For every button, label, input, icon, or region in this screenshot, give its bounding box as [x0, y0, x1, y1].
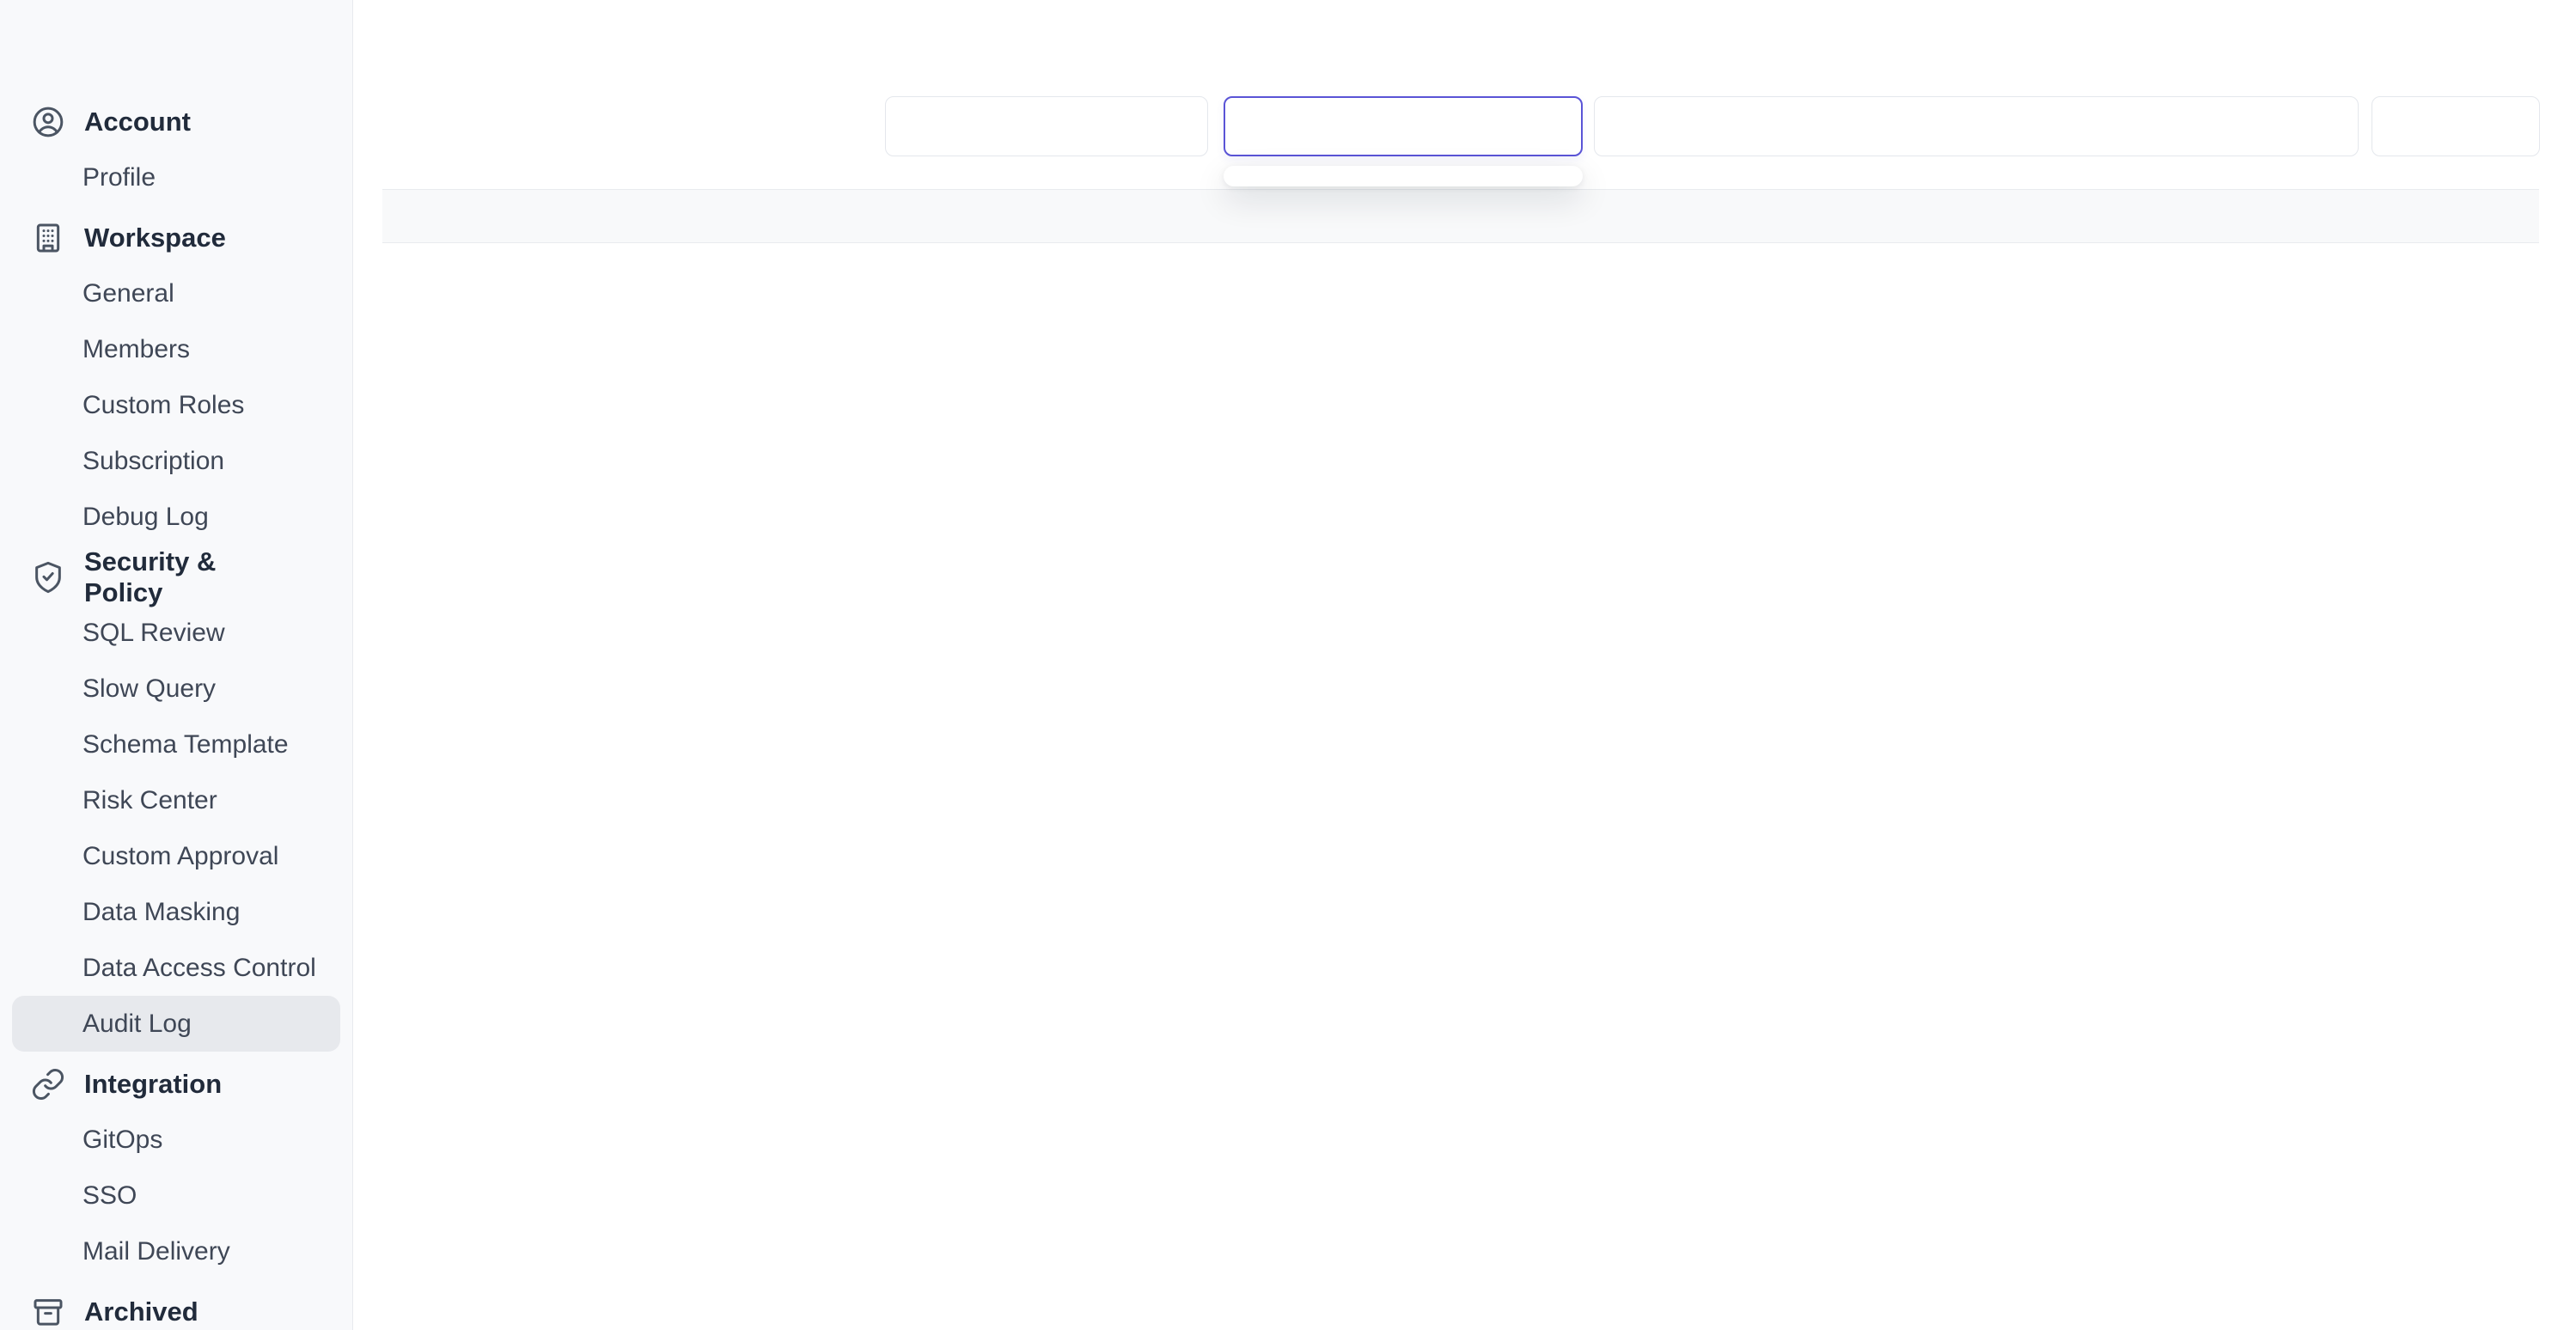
sidebar-item[interactable]: Security & Policy — [12, 549, 340, 605]
sidebar-item[interactable]: Members — [12, 321, 340, 377]
sidebar-item[interactable]: Archived — [12, 1284, 340, 1330]
date-range-picker[interactable] — [1594, 96, 2359, 156]
sidebar-nav: Account Profile Workspace Gen — [0, 79, 352, 1330]
sidebar-item-label: General — [82, 279, 174, 308]
archive-icon — [31, 1295, 65, 1329]
sidebar-item-label: Custom Roles — [82, 391, 244, 420]
sidebar-item-label: Integration — [84, 1069, 222, 1100]
sidebar-item-label: Schema Template — [82, 730, 289, 760]
chevron-down-icon — [1163, 113, 1190, 140]
sidebar-item-label: Subscription — [82, 447, 224, 476]
sidebar-item-label: SSO — [82, 1181, 137, 1211]
sidebar-item-label: GitOps — [82, 1126, 162, 1155]
sidebar-item[interactable]: Mail Delivery — [12, 1223, 340, 1279]
table-header — [382, 189, 2539, 243]
sidebar-item[interactable]: Custom Approval — [12, 828, 340, 884]
sidebar-item-label: Risk Center — [82, 786, 217, 815]
sidebar-item[interactable]: SSO — [12, 1168, 340, 1223]
audit-log-table — [382, 189, 2539, 243]
sidebar-item[interactable]: Workspace — [12, 210, 340, 265]
sidebar-item[interactable]: Audit Log — [12, 996, 340, 1052]
bytebase-logo-icon — [19, 18, 76, 75]
calendar-icon — [2303, 110, 2335, 143]
actor-filter-dropdown[interactable] — [885, 96, 1208, 156]
sidebar-item[interactable]: SQL Review — [12, 605, 340, 661]
sidebar-item[interactable]: General — [12, 265, 340, 321]
sidebar-item-label: Members — [82, 335, 190, 364]
sidebar-item-label: Archived — [84, 1296, 198, 1327]
main-content — [353, 0, 2576, 1330]
sidebar-item-label: Debug Log — [82, 503, 209, 532]
link-icon — [31, 1067, 65, 1101]
brand-logo[interactable] — [0, 0, 352, 79]
sidebar-item[interactable]: Schema Template — [12, 717, 340, 772]
sidebar-item[interactable]: Integration — [12, 1056, 340, 1112]
export-button[interactable] — [2372, 96, 2540, 156]
chevron-down-icon — [290, 563, 318, 592]
chevron-down-icon — [1536, 113, 1564, 140]
sidebar-item[interactable]: Subscription — [12, 433, 340, 489]
sidebar-item-label: Workspace — [84, 223, 226, 253]
sidebar-item[interactable]: Debug Log — [12, 489, 340, 545]
sidebar-item-label: Data Masking — [82, 898, 240, 927]
sidebar-item[interactable]: Data Access Control — [12, 940, 340, 996]
arrow-right-icon — [1669, 112, 1698, 141]
sidebar-item-label: Data Access Control — [82, 954, 316, 983]
type-filter-menu — [1224, 166, 1583, 186]
sidebar-item[interactable]: Slow Query — [12, 661, 340, 717]
user-circle-icon — [31, 105, 65, 139]
sidebar-item[interactable]: Data Masking — [12, 884, 340, 940]
sidebar-item[interactable]: Profile — [12, 149, 340, 205]
sidebar-item-label: Slow Query — [82, 674, 216, 704]
sidebar-item-label: Audit Log — [82, 1010, 192, 1039]
sidebar-item-label: Security & Policy — [84, 546, 290, 608]
chevron-down-icon — [289, 107, 318, 137]
download-icon — [2435, 112, 2464, 141]
sidebar-item-label: SQL Review — [82, 619, 225, 648]
sidebar-item-label: Account — [84, 107, 191, 137]
sidebar-item-label: Mail Delivery — [82, 1237, 230, 1266]
shield-check-icon — [31, 560, 65, 595]
sidebar-item[interactable]: Custom Roles — [12, 377, 340, 433]
sidebar-item[interactable]: Account — [12, 94, 340, 149]
user-circle-icon — [903, 108, 939, 144]
chevron-down-icon — [289, 223, 318, 253]
chevron-down-icon — [289, 1070, 318, 1099]
sidebar-item-label: Profile — [82, 163, 156, 192]
sidebar-item[interactable]: GitOps — [12, 1112, 340, 1168]
app-window: Account Profile Workspace Gen — [0, 0, 2576, 1330]
sidebar-item-label: Custom Approval — [82, 842, 278, 871]
sidebar-item[interactable]: Risk Center — [12, 772, 340, 828]
sidebar: Account Profile Workspace Gen — [0, 0, 353, 1330]
type-filter-dropdown[interactable] — [1224, 96, 1583, 156]
building-icon — [31, 221, 65, 255]
